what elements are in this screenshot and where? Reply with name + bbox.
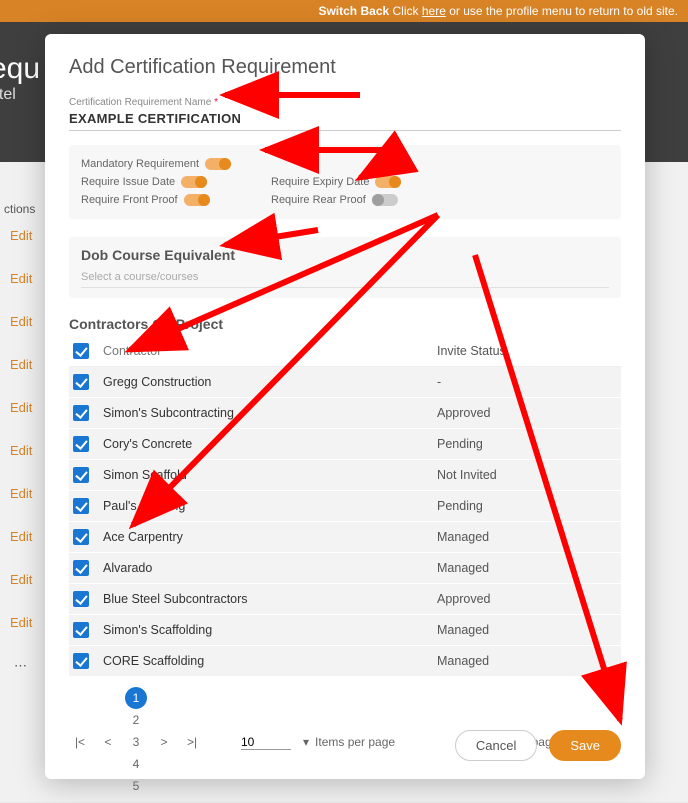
invite-status: Managed — [437, 530, 617, 544]
switch-icon — [372, 194, 398, 206]
contractor-name: Simon's Subcontracting — [103, 406, 437, 420]
contractors-block: Contractors On Project Contractor Invite… — [69, 316, 621, 797]
contractor-name: Alvarado — [103, 561, 437, 575]
course-heading: Dob Course Equivalent — [81, 247, 609, 263]
save-button[interactable]: Save — [549, 730, 621, 761]
cert-name-input[interactable] — [69, 108, 621, 131]
table-row: Paul's PaintingPending — [69, 491, 621, 522]
contractor-name: Gregg Construction — [103, 375, 437, 389]
pager-next[interactable]: > — [153, 731, 175, 753]
contractor-name: Paul's Painting — [103, 499, 437, 513]
table-row: Cory's ConcretePending — [69, 429, 621, 460]
table-header: Contractor Invite Status — [69, 336, 621, 367]
pager-page[interactable]: 3 — [125, 731, 147, 753]
banner-bold: Switch Back — [318, 4, 389, 18]
banner-link[interactable]: here — [422, 4, 446, 18]
col-contractor: Contractor — [103, 344, 437, 358]
contractor-name: Cory's Concrete — [103, 437, 437, 451]
table-row: Simon's SubcontractingApproved — [69, 398, 621, 429]
invite-status: - — [437, 375, 617, 389]
per-page-label: Items per page — [315, 735, 395, 749]
pager-last[interactable]: >| — [181, 731, 203, 753]
toggle-expiry-date[interactable]: Require Expiry Date — [271, 176, 421, 188]
dialog-title: Add Certification Requirement — [69, 56, 621, 79]
invite-status: Managed — [437, 654, 617, 668]
row-checkbox[interactable] — [73, 405, 89, 421]
switch-icon — [184, 194, 210, 206]
invite-status: Managed — [437, 623, 617, 637]
invite-status: Managed — [437, 561, 617, 575]
pager-first[interactable]: |< — [69, 731, 91, 753]
toggle-group: Mandatory Requirement Require Issue Date… — [69, 145, 621, 219]
select-all-checkbox[interactable] — [73, 343, 89, 359]
toggle-front-proof[interactable]: Require Front Proof — [81, 194, 231, 206]
switch-icon — [181, 176, 207, 188]
pager-page[interactable]: 2 — [125, 709, 147, 731]
row-checkbox[interactable] — [73, 467, 89, 483]
contractor-name: Ace Carpentry — [103, 530, 437, 544]
invite-status: Not Invited — [437, 468, 617, 482]
table-row: Blue Steel SubcontractorsApproved — [69, 584, 621, 615]
toggle-rear-proof[interactable]: Require Rear Proof — [271, 194, 421, 206]
contractor-name: Simon Scaffold — [103, 468, 437, 482]
cancel-button[interactable]: Cancel — [455, 730, 537, 761]
row-checkbox[interactable] — [73, 436, 89, 452]
invite-status: Pending — [437, 437, 617, 451]
course-select[interactable]: Select a course/courses — [81, 267, 609, 288]
pager-page[interactable]: 1 — [125, 687, 147, 709]
table-row: Simon's ScaffoldingManaged — [69, 615, 621, 646]
switch-icon — [375, 176, 401, 188]
switch-back-banner: Switch Back Click here or use the profil… — [0, 0, 688, 22]
col-status: Invite Status — [437, 344, 617, 358]
contractors-heading: Contractors On Project — [69, 316, 621, 332]
contractor-name: Simon's Scaffolding — [103, 623, 437, 637]
toggle-issue-date[interactable]: Require Issue Date — [81, 176, 231, 188]
cert-name-label: Certification Requirement Name * — [69, 97, 621, 108]
row-checkbox[interactable] — [73, 498, 89, 514]
contractor-name: CORE Scaffolding — [103, 654, 437, 668]
toggle-mandatory[interactable]: Mandatory Requirement — [81, 158, 609, 170]
invite-status: Pending — [437, 499, 617, 513]
row-checkbox[interactable] — [73, 374, 89, 390]
table-row: Gregg Construction- — [69, 367, 621, 398]
table-row: Ace CarpentryManaged — [69, 522, 621, 553]
invite-status: Approved — [437, 592, 617, 606]
add-cert-dialog: Add Certification Requirement Certificat… — [45, 34, 645, 779]
contractor-name: Blue Steel Subcontractors — [103, 592, 437, 606]
table-row: CORE ScaffoldingManaged — [69, 646, 621, 677]
row-checkbox[interactable] — [73, 653, 89, 669]
row-checkbox[interactable] — [73, 591, 89, 607]
course-equivalent-block: Dob Course Equivalent Select a course/co… — [69, 237, 621, 298]
pager-page[interactable]: 5 — [125, 775, 147, 797]
row-checkbox[interactable] — [73, 560, 89, 576]
table-row: Simon ScaffoldNot Invited — [69, 460, 621, 491]
invite-status: Approved — [437, 406, 617, 420]
switch-icon — [205, 158, 231, 170]
per-page-select[interactable] — [241, 735, 291, 750]
row-checkbox[interactable] — [73, 529, 89, 545]
table-row: AlvaradoManaged — [69, 553, 621, 584]
pager-page[interactable]: 4 — [125, 753, 147, 775]
row-checkbox[interactable] — [73, 622, 89, 638]
pager-prev[interactable]: < — [97, 731, 119, 753]
